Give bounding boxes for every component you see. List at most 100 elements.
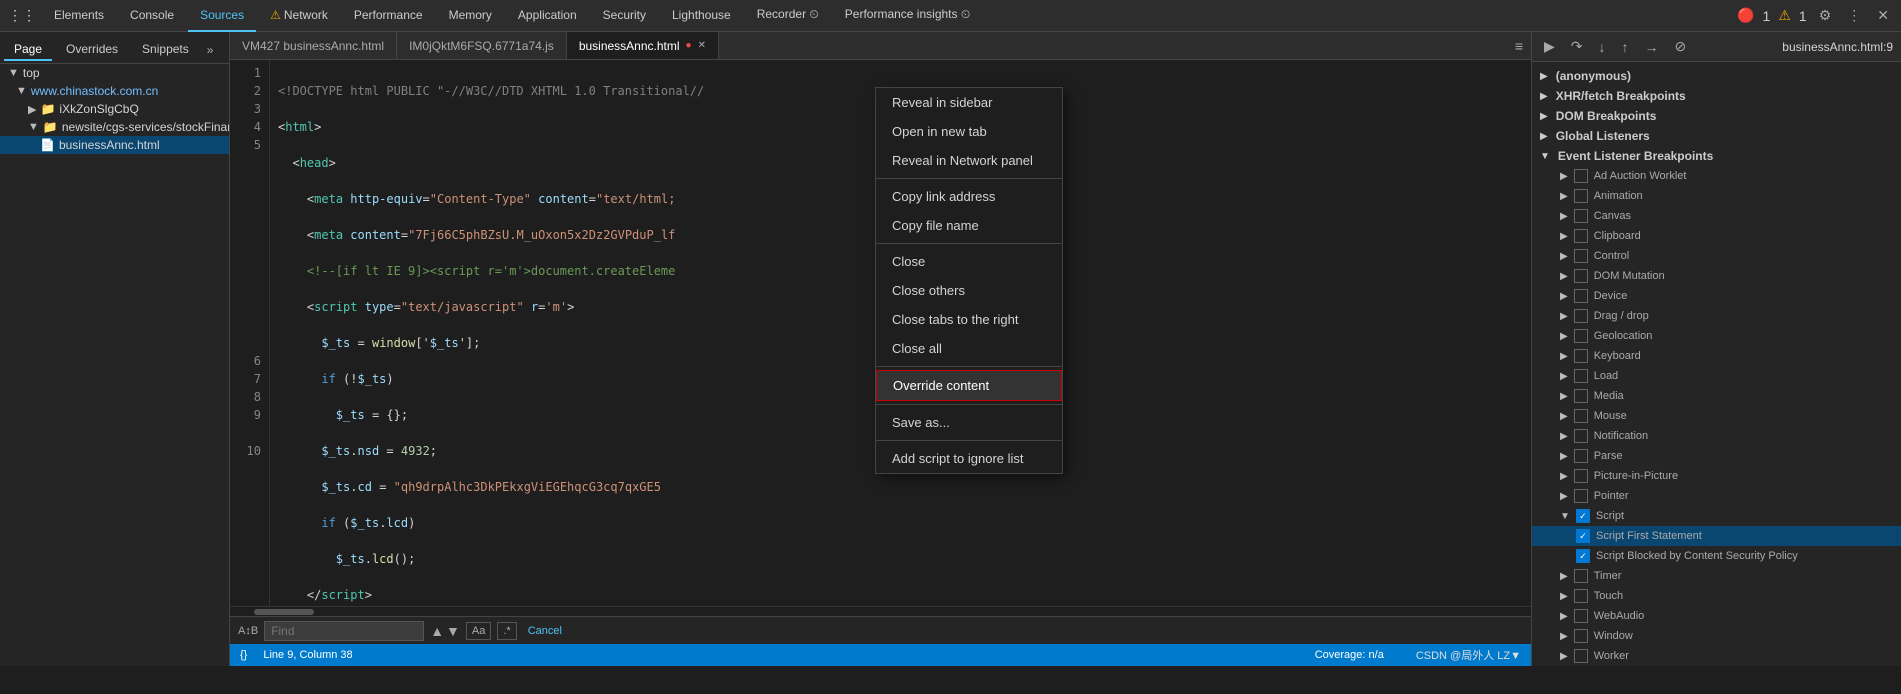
tab-close-button[interactable]: ✕ xyxy=(698,40,706,51)
bp-checkbox[interactable] xyxy=(1574,569,1588,583)
bp-checkbox[interactable] xyxy=(1574,389,1588,403)
bp-checkbox[interactable] xyxy=(1574,309,1588,323)
horizontal-scrollbar[interactable] xyxy=(230,606,1531,616)
ctx-override-content[interactable]: Override content xyxy=(876,370,1062,401)
bp-item-mouse[interactable]: ▶ Mouse xyxy=(1532,406,1901,426)
tab-console[interactable]: Console xyxy=(118,0,186,32)
bp-checkbox[interactable] xyxy=(1574,469,1588,483)
tab-perf-insights[interactable]: Performance insights ⏲ xyxy=(833,0,982,32)
ctx-close-all[interactable]: Close all xyxy=(876,334,1062,363)
ctx-close-right[interactable]: Close tabs to the right xyxy=(876,305,1062,334)
find-input[interactable] xyxy=(264,621,424,641)
settings-button[interactable]: ⚙ xyxy=(1815,5,1836,26)
bp-checkbox[interactable] xyxy=(1574,249,1588,263)
sync-icon[interactable]: ⋮ xyxy=(221,39,230,60)
code-tab-js[interactable]: IM0jQktM6FSQ.6771a74.js xyxy=(397,32,567,60)
bp-item-media[interactable]: ▶ Media xyxy=(1532,386,1901,406)
bp-checkbox[interactable] xyxy=(1574,489,1588,503)
bp-item-script[interactable]: ▼ Script xyxy=(1532,506,1901,526)
resume-button[interactable]: ▶ xyxy=(1540,36,1559,57)
ctx-reveal-sidebar[interactable]: Reveal in sidebar xyxy=(876,88,1062,117)
bp-section-event-listener[interactable]: ▼ Event Listener Breakpoints xyxy=(1532,146,1901,166)
bp-item-dom-mutation[interactable]: ▶ DOM Mutation xyxy=(1532,266,1901,286)
bp-item-notification[interactable]: ▶ Notification xyxy=(1532,426,1901,446)
tree-item-top[interactable]: ▼ top xyxy=(0,64,229,82)
sec-tab-overrides[interactable]: Overrides xyxy=(56,39,128,61)
bp-checkbox[interactable] xyxy=(1574,329,1588,343)
bp-checkbox[interactable] xyxy=(1574,209,1588,223)
bp-item-clipboard[interactable]: ▶ Clipboard xyxy=(1532,226,1901,246)
bp-item-touch[interactable]: ▶ Touch xyxy=(1532,586,1901,606)
step-into-button[interactable]: ↓ xyxy=(1595,37,1610,57)
tab-application[interactable]: Application xyxy=(506,0,589,32)
tab-security[interactable]: Security xyxy=(591,0,658,32)
find-regex-button[interactable]: .* xyxy=(497,622,516,640)
bp-checkbox[interactable] xyxy=(1574,649,1588,663)
find-next-button[interactable]: ▼ xyxy=(446,623,460,639)
bp-checkbox[interactable] xyxy=(1574,369,1588,383)
ctx-close-others[interactable]: Close others xyxy=(876,276,1062,305)
bp-checkbox[interactable] xyxy=(1574,169,1588,183)
bp-item-timer[interactable]: ▶ Timer xyxy=(1532,566,1901,586)
ctx-add-ignore[interactable]: Add script to ignore list xyxy=(876,444,1062,473)
bp-item-control[interactable]: ▶ Control xyxy=(1532,246,1901,266)
bp-checkbox[interactable] xyxy=(1574,589,1588,603)
bp-item-ad-auction[interactable]: ▶ Ad Auction Worklet xyxy=(1532,166,1901,186)
bp-section-xhr[interactable]: ▶ XHR/fetch Breakpoints xyxy=(1532,86,1901,106)
hscroll-thumb[interactable] xyxy=(254,609,314,615)
bp-checkbox[interactable] xyxy=(1574,229,1588,243)
bp-item-script-first[interactable]: Script First Statement xyxy=(1532,526,1901,546)
bp-item-load[interactable]: ▶ Load xyxy=(1532,366,1901,386)
tab-network[interactable]: ⚠ Network xyxy=(258,0,340,32)
bp-item-drag-drop[interactable]: ▶ Drag / drop xyxy=(1532,306,1901,326)
tab-recorder[interactable]: Recorder ⏲ xyxy=(745,0,831,32)
bp-checkbox[interactable] xyxy=(1576,509,1590,523)
find-case-button[interactable]: Aa xyxy=(466,622,491,640)
deactivate-button[interactable]: ⊘ xyxy=(1671,36,1691,57)
bp-checkbox[interactable] xyxy=(1574,349,1588,363)
bp-section-anonymous[interactable]: ▶ (anonymous) xyxy=(1532,66,1901,86)
bp-item-device[interactable]: ▶ Device xyxy=(1532,286,1901,306)
tab-lighthouse[interactable]: Lighthouse xyxy=(660,0,743,32)
more-tabs-button[interactable]: » xyxy=(203,43,218,57)
find-prev-button[interactable]: ▲ xyxy=(430,623,444,639)
ctx-copy-link[interactable]: Copy link address xyxy=(876,182,1062,211)
sec-tab-page[interactable]: Page xyxy=(4,39,52,61)
code-tab-html[interactable]: businessAnnc.html ● ✕ xyxy=(567,32,719,60)
close-devtools-button[interactable]: ✕ xyxy=(1873,5,1893,26)
bp-section-global[interactable]: ▶ Global Listeners xyxy=(1532,126,1901,146)
code-tab-vm427[interactable]: VM427 businessAnnc.html xyxy=(230,32,397,60)
sec-tab-snippets[interactable]: Snippets xyxy=(132,39,199,61)
tab-memory[interactable]: Memory xyxy=(437,0,504,32)
bp-checkbox[interactable] xyxy=(1576,549,1590,563)
tree-item-file[interactable]: 📄 businessAnnc.html xyxy=(0,136,229,154)
bp-item-animation[interactable]: ▶ Animation xyxy=(1532,186,1901,206)
step-out-button[interactable]: ↑ xyxy=(1618,37,1633,57)
tab-sources[interactable]: Sources xyxy=(188,0,256,32)
more-options-button[interactable]: ⋮ xyxy=(1843,5,1865,26)
bp-item-pip[interactable]: ▶ Picture-in-Picture xyxy=(1532,466,1901,486)
bp-checkbox[interactable] xyxy=(1574,269,1588,283)
tree-item-domain[interactable]: ▼ www.chinastock.com.cn xyxy=(0,82,229,100)
bp-item-keyboard[interactable]: ▶ Keyboard xyxy=(1532,346,1901,366)
step-button[interactable]: → xyxy=(1641,37,1663,57)
tab-more-button[interactable]: ≡ xyxy=(1507,38,1531,54)
bp-checkbox[interactable] xyxy=(1574,409,1588,423)
bp-checkbox[interactable] xyxy=(1574,629,1588,643)
ctx-open-new-tab[interactable]: Open in new tab xyxy=(876,117,1062,146)
bp-item-parse[interactable]: ▶ Parse xyxy=(1532,446,1901,466)
bp-item-canvas[interactable]: ▶ Canvas xyxy=(1532,206,1901,226)
ctx-reveal-network[interactable]: Reveal in Network panel xyxy=(876,146,1062,175)
bp-item-worker[interactable]: ▶ Worker xyxy=(1532,646,1901,666)
bp-checkbox[interactable] xyxy=(1574,189,1588,203)
bp-checkbox[interactable] xyxy=(1574,609,1588,623)
ctx-save-as[interactable]: Save as... xyxy=(876,408,1062,437)
bp-checkbox[interactable] xyxy=(1574,289,1588,303)
bp-item-script-blocked[interactable]: Script Blocked by Content Security Polic… xyxy=(1532,546,1901,566)
bp-item-webaudio[interactable]: ▶ WebAudio xyxy=(1532,606,1901,626)
bp-item-geolocation[interactable]: ▶ Geolocation xyxy=(1532,326,1901,346)
find-cancel-button[interactable]: Cancel xyxy=(523,623,567,639)
tree-item-folder1[interactable]: ▶ 📁 iXkZonSlgCbQ xyxy=(0,100,229,118)
tab-performance[interactable]: Performance xyxy=(342,0,435,32)
bp-checkbox[interactable] xyxy=(1576,529,1590,543)
